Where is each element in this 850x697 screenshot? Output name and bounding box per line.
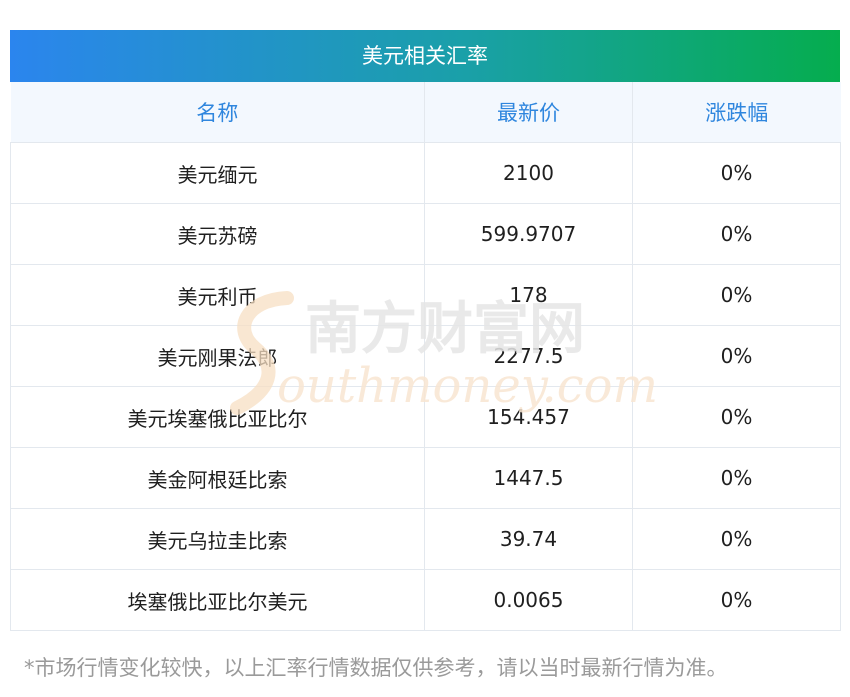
table-row: 美金阿根廷比索 1447.5 0% (10, 447, 841, 509)
table-row: 美元利币 178 0% (10, 264, 841, 326)
change-percent: 0% (632, 142, 841, 204)
column-header-change: 涨跌幅 (632, 82, 841, 143)
change-percent: 0% (632, 325, 841, 387)
disclaimer-footnote: *市场行情变化较快，以上汇率行情数据仅供参考，请以当时最新行情为准。 (24, 656, 728, 680)
latest-price: 1447.5 (424, 447, 633, 509)
currency-name: 美元乌拉圭比索 (10, 508, 425, 570)
change-percent: 0% (632, 447, 841, 509)
latest-price: 0.0065 (424, 569, 633, 631)
change-percent: 0% (632, 508, 841, 570)
column-header-name: 名称 (10, 82, 425, 143)
currency-name: 美金阿根廷比索 (10, 447, 425, 509)
currency-name: 美元埃塞俄比亚比尔 (10, 386, 425, 448)
table-title: 美元相关汇率 (10, 30, 840, 82)
change-percent: 0% (632, 386, 841, 448)
currency-name: 美元苏磅 (10, 203, 425, 265)
currency-name: 美元缅元 (10, 142, 425, 204)
change-percent: 0% (632, 203, 841, 265)
table-row: 美元乌拉圭比索 39.74 0% (10, 508, 841, 570)
latest-price: 2277.5 (424, 325, 633, 387)
table-row: 美元苏磅 599.9707 0% (10, 203, 841, 265)
exchange-rate-card: 美元相关汇率 名称 最新价 涨跌幅 美元缅元 2100 0% 美元苏磅 599.… (10, 30, 841, 631)
currency-name: 埃塞俄比亚比尔美元 (10, 569, 425, 631)
latest-price: 2100 (424, 142, 633, 204)
exchange-rate-table: 名称 最新价 涨跌幅 美元缅元 2100 0% 美元苏磅 599.9707 0%… (10, 82, 841, 631)
change-percent: 0% (632, 264, 841, 326)
table-row: 美元缅元 2100 0% (10, 142, 841, 204)
change-percent: 0% (632, 569, 841, 631)
latest-price: 178 (424, 264, 633, 326)
latest-price: 154.457 (424, 386, 633, 448)
table-header-row: 名称 最新价 涨跌幅 (10, 82, 841, 143)
currency-name: 美元利币 (10, 264, 425, 326)
table-row: 埃塞俄比亚比尔美元 0.0065 0% (10, 569, 841, 631)
currency-name: 美元刚果法郎 (10, 325, 425, 387)
table-row: 美元埃塞俄比亚比尔 154.457 0% (10, 386, 841, 448)
table-row: 美元刚果法郎 2277.5 0% (10, 325, 841, 387)
column-header-price: 最新价 (424, 82, 633, 143)
latest-price: 599.9707 (424, 203, 633, 265)
latest-price: 39.74 (424, 508, 633, 570)
